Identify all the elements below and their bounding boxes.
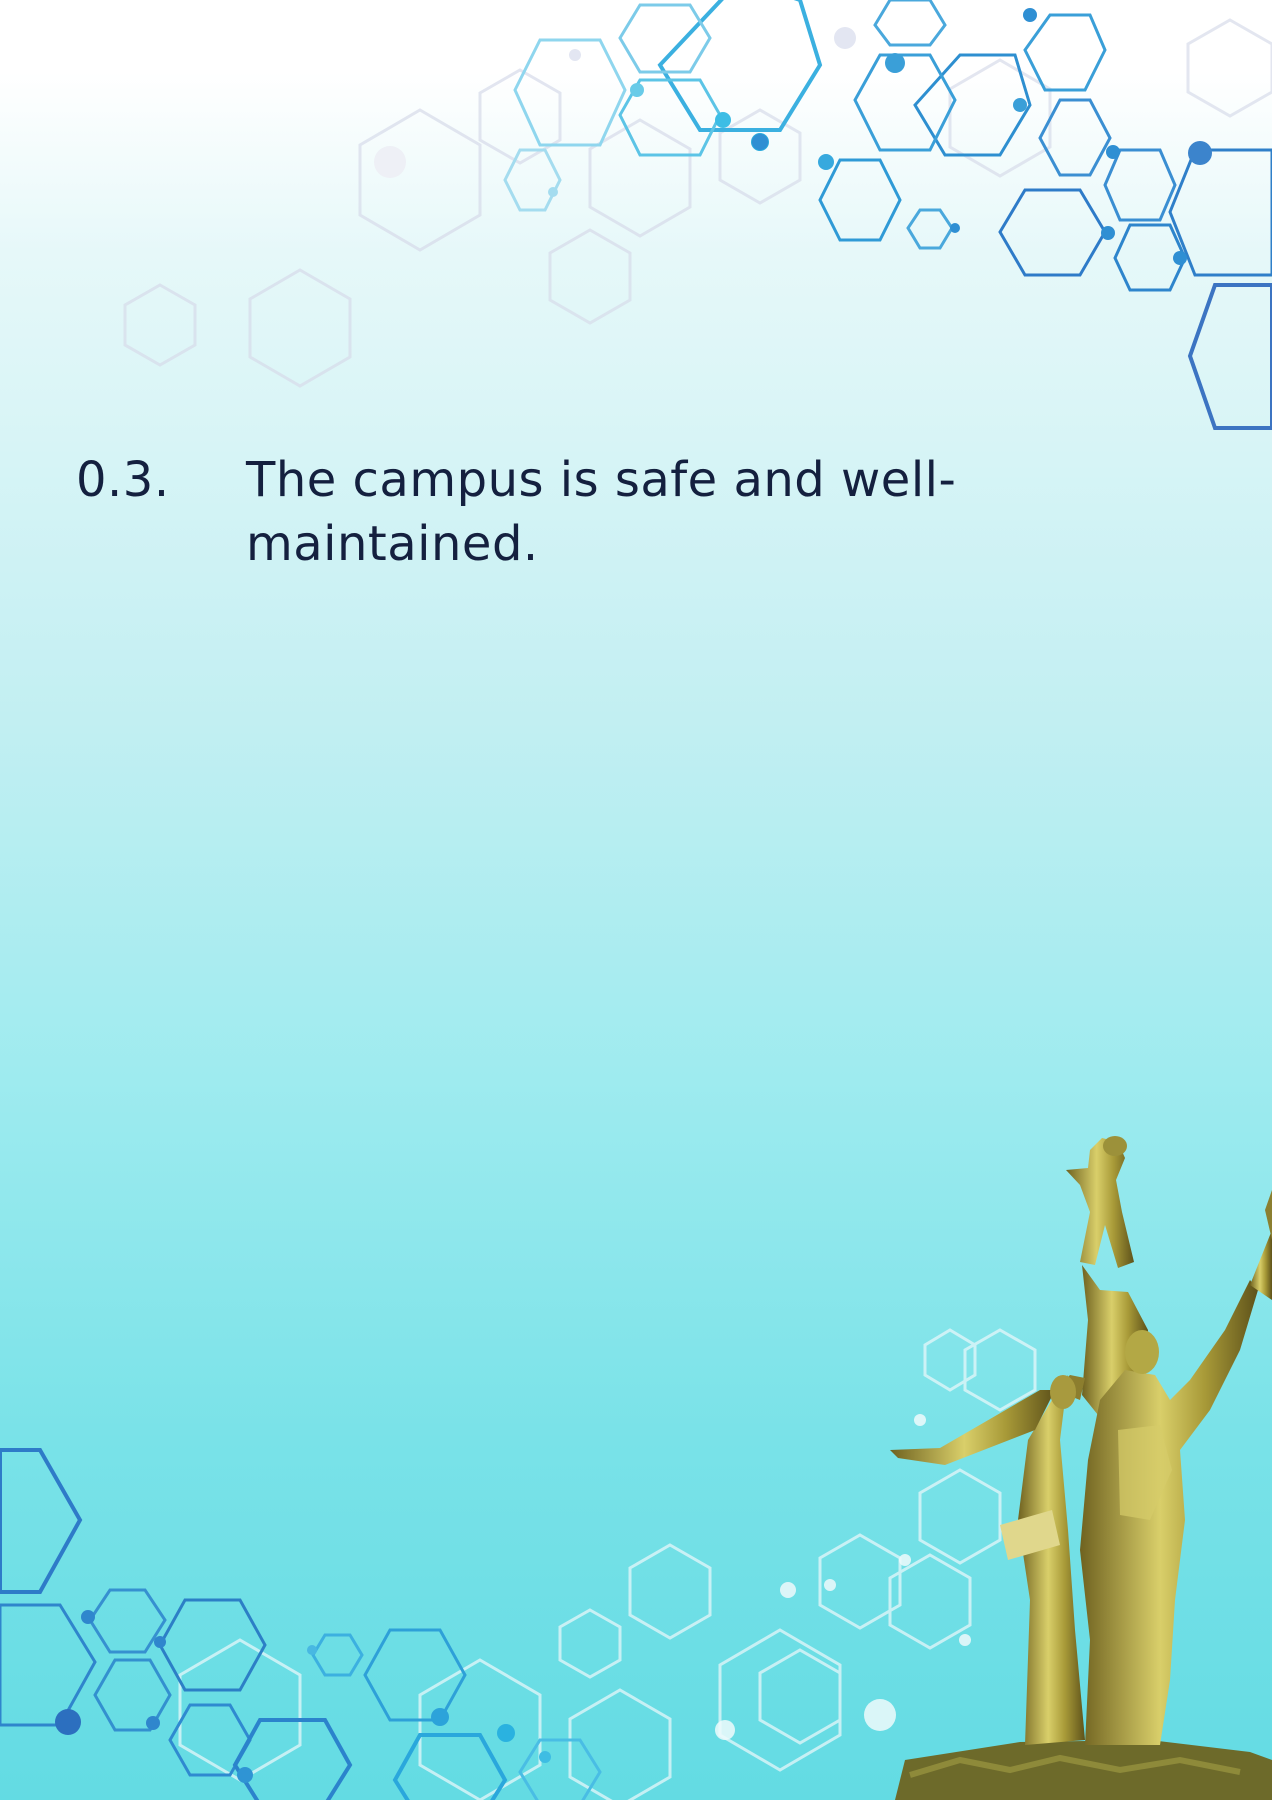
hexagon-nodes-top-right: [374, 8, 1212, 265]
background-decoration: [0, 0, 1272, 1800]
golden-monument-statue: [890, 1136, 1272, 1800]
question-number: 0.3.: [76, 452, 170, 508]
hexagon-nodes-bottom-left: [55, 1610, 551, 1783]
hexagon-network-bottom-left: [0, 1448, 602, 1800]
faint-hexagon-pattern-top: [123, 18, 1272, 388]
question-text: The campus is safe and well- maintained.: [246, 452, 957, 572]
